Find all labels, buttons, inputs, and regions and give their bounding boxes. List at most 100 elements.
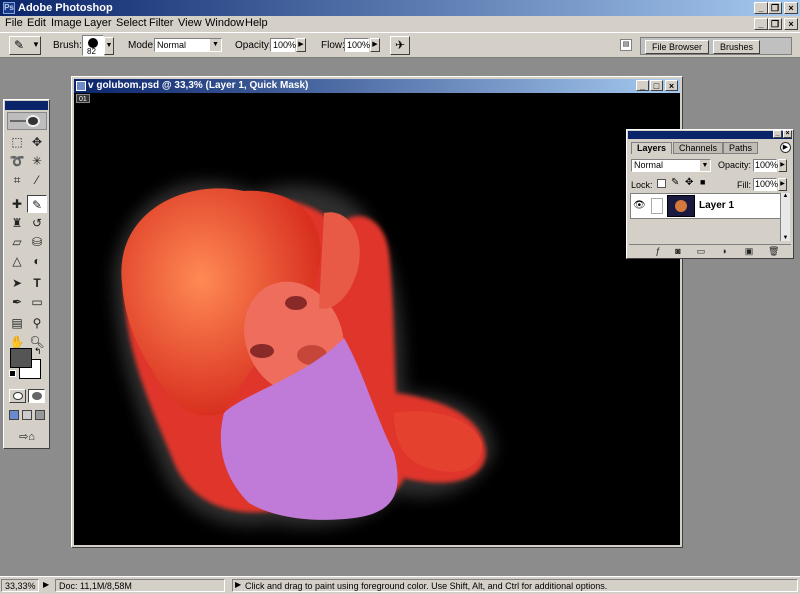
- tab-channels[interactable]: Channels: [673, 142, 724, 154]
- mode-select[interactable]: Normal ▼: [154, 38, 222, 52]
- menu-image[interactable]: Image: [51, 17, 82, 29]
- full-screen-mode-icon[interactable]: [35, 410, 45, 420]
- type-tool-icon[interactable]: T: [27, 274, 47, 292]
- menu-help[interactable]: Help: [245, 17, 268, 29]
- blend-mode-select[interactable]: Normal ▼: [631, 159, 711, 172]
- lasso-tool-icon[interactable]: ➰: [7, 152, 27, 170]
- layers-palette-titlebar[interactable]: [628, 131, 792, 139]
- menu-edit[interactable]: Edit: [27, 17, 46, 29]
- menu-window[interactable]: Window: [205, 17, 244, 29]
- tab-brushes[interactable]: Brushes: [713, 40, 761, 54]
- magic-wand-tool-icon[interactable]: ✳: [27, 152, 47, 170]
- layer-row[interactable]: 👁︎ Layer 1: [630, 193, 790, 219]
- document-title: v golubom.psd @ 33,3% (Layer 1, Quick Ma…: [88, 80, 309, 91]
- opacity-field[interactable]: 100%: [270, 38, 296, 52]
- fill-field[interactable]: 100%: [753, 178, 778, 191]
- toolbox-titlebar[interactable]: [5, 101, 48, 110]
- menu-filter[interactable]: Filter: [149, 17, 173, 29]
- quick-mask-mode-icon[interactable]: [28, 389, 45, 403]
- app-title: Adobe Photoshop: [18, 2, 113, 14]
- adjustment-layer-icon[interactable]: ◑: [719, 247, 729, 256]
- crop-tool-icon[interactable]: ⌗: [7, 171, 27, 189]
- layers-palette: _ × Layers Channels Paths ▶ Normal ▼ Opa…: [626, 129, 794, 259]
- move-tool-icon[interactable]: ✥: [27, 133, 47, 151]
- layers-scrollbar[interactable]: ▲ ▼: [780, 193, 790, 241]
- standard-mode-icon[interactable]: [9, 389, 26, 403]
- trash-icon[interactable]: 🗑︎: [768, 247, 779, 256]
- layer-style-icon[interactable]: ƒ: [653, 247, 663, 256]
- airbrush-icon[interactable]: ✈: [390, 36, 410, 55]
- close-icon[interactable]: ×: [784, 2, 798, 14]
- dodge-tool-icon[interactable]: ◐: [27, 252, 47, 270]
- layer-opacity-field[interactable]: 100%: [753, 159, 778, 172]
- palette-menu-arrow-icon[interactable]: ▶: [780, 142, 791, 153]
- document-titlebar[interactable]: v golubom.psd @ 33,3% (Layer 1, Quick Ma…: [74, 79, 680, 93]
- default-colors-icon[interactable]: [9, 370, 16, 377]
- new-set-icon[interactable]: ▭: [696, 247, 706, 256]
- lock-image-icon[interactable]: ✎: [671, 177, 679, 188]
- lock-position-icon[interactable]: ✥: [685, 177, 693, 188]
- paint-bucket-tool-icon[interactable]: ⛁: [27, 233, 47, 251]
- brush-tool-icon[interactable]: ✎: [27, 195, 47, 213]
- healing-brush-tool-icon[interactable]: ✚: [7, 195, 27, 213]
- restore-icon[interactable]: ❐: [768, 2, 782, 14]
- pen-tool-icon[interactable]: ✒: [7, 293, 27, 311]
- layer-opacity-arrow-icon[interactable]: ▶: [778, 159, 787, 172]
- brush-preset-picker[interactable]: 82: [82, 35, 104, 56]
- tool-preset-picker[interactable]: ✎ ▼: [9, 36, 41, 55]
- doc-close-icon[interactable]: ×: [784, 18, 798, 30]
- zoom-level[interactable]: 33,33%: [1, 579, 39, 592]
- menu-layer[interactable]: Layer: [84, 17, 112, 29]
- foreground-color-swatch[interactable]: [10, 348, 32, 368]
- notes-tool-icon[interactable]: ▤: [7, 314, 27, 332]
- lock-transparency-icon[interactable]: [657, 179, 666, 188]
- menu-file[interactable]: File: [5, 17, 23, 29]
- doc-size[interactable]: Doc: 11,1M/8,58M: [55, 579, 225, 592]
- tab-paths[interactable]: Paths: [723, 142, 759, 154]
- palette-minimize-icon[interactable]: _: [773, 130, 782, 138]
- layer-link-icon[interactable]: [651, 198, 663, 214]
- fill-label: Fill:: [737, 180, 751, 190]
- scroll-up-icon[interactable]: ▲: [781, 193, 790, 199]
- marquee-tool-icon[interactable]: ⬚: [7, 133, 27, 151]
- status-arrow-icon[interactable]: ▶: [43, 580, 49, 589]
- standard-screen-mode-icon[interactable]: [9, 410, 19, 420]
- menu-view[interactable]: View: [178, 17, 202, 29]
- scroll-down-icon[interactable]: ▼: [781, 235, 790, 241]
- flow-slider-arrow-icon[interactable]: ▶: [370, 38, 380, 52]
- lock-label: Lock:: [631, 180, 653, 190]
- doc-window-close-icon[interactable]: ×: [665, 80, 678, 91]
- doc-window-minimize-icon[interactable]: _: [636, 80, 649, 91]
- image-canvas[interactable]: 01: [74, 93, 680, 545]
- layers-footer: ƒ ◙ ▭ ◑ ▣ 🗑︎: [629, 244, 791, 257]
- palette-close-icon[interactable]: ×: [783, 130, 792, 138]
- slice-tool-icon[interactable]: ⁄: [27, 171, 47, 189]
- menu-select[interactable]: Select: [116, 17, 147, 29]
- lock-all-icon[interactable]: ■: [700, 177, 705, 187]
- flow-field[interactable]: 100%: [344, 38, 370, 52]
- doc-minimize-icon[interactable]: _: [754, 18, 768, 30]
- doc-window-maximize-icon[interactable]: □: [650, 80, 663, 91]
- tab-layers[interactable]: Layers: [631, 142, 673, 154]
- photoshop-eye-logo-icon[interactable]: [7, 112, 47, 130]
- palette-well-icon[interactable]: ▤: [620, 39, 632, 51]
- history-brush-tool-icon[interactable]: ↺: [27, 214, 47, 232]
- eyedropper-tool-icon[interactable]: ⚲: [27, 314, 47, 332]
- blur-tool-icon[interactable]: △: [7, 252, 27, 270]
- jump-to-imageready-icon[interactable]: ⇨⌂: [9, 428, 45, 446]
- add-mask-icon[interactable]: ◙: [673, 247, 683, 256]
- eraser-tool-icon[interactable]: ▱: [7, 233, 27, 251]
- path-selection-tool-icon[interactable]: ➤: [7, 274, 27, 292]
- shape-tool-icon[interactable]: ▭: [27, 293, 47, 311]
- doc-restore-icon[interactable]: ❐: [768, 18, 782, 30]
- clone-stamp-tool-icon[interactable]: ♜: [7, 214, 27, 232]
- brush-dropdown-arrow-icon[interactable]: ▼: [104, 37, 114, 55]
- full-screen-menu-mode-icon[interactable]: [22, 410, 32, 420]
- fill-arrow-icon[interactable]: ▶: [778, 178, 787, 191]
- swap-colors-icon[interactable]: ↰: [34, 346, 42, 357]
- new-layer-icon[interactable]: ▣: [744, 247, 754, 256]
- opacity-slider-arrow-icon[interactable]: ▶: [296, 38, 306, 52]
- eye-visibility-icon[interactable]: 👁︎: [633, 200, 646, 211]
- minimize-icon[interactable]: _: [754, 2, 768, 14]
- tab-file-browser[interactable]: File Browser: [645, 40, 710, 54]
